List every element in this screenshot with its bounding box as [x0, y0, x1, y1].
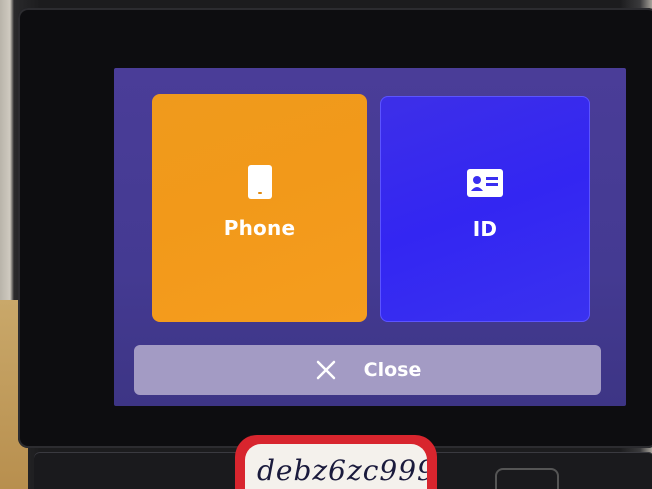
- close-icon: [314, 358, 338, 382]
- asset-sticker: debz6zc999: [235, 435, 437, 489]
- id-tile-button[interactable]: ID: [380, 96, 590, 322]
- sticker-handwriting: debz6zc999: [257, 454, 427, 487]
- close-button[interactable]: Close: [134, 345, 601, 395]
- id-tile-label: ID: [472, 217, 498, 241]
- screen: Phone ID Close: [114, 68, 626, 406]
- phone-tile-button[interactable]: Phone: [152, 94, 367, 322]
- phone-icon: [240, 162, 280, 202]
- device-bezel: Phone ID Close: [18, 8, 652, 448]
- id-card-icon: [465, 163, 505, 203]
- phone-tile-label: Phone: [223, 216, 296, 240]
- device-hardware-button: [495, 468, 559, 489]
- close-button-label: Close: [363, 359, 422, 381]
- photo-scene: Phone ID Close debz6zc999: [0, 0, 652, 489]
